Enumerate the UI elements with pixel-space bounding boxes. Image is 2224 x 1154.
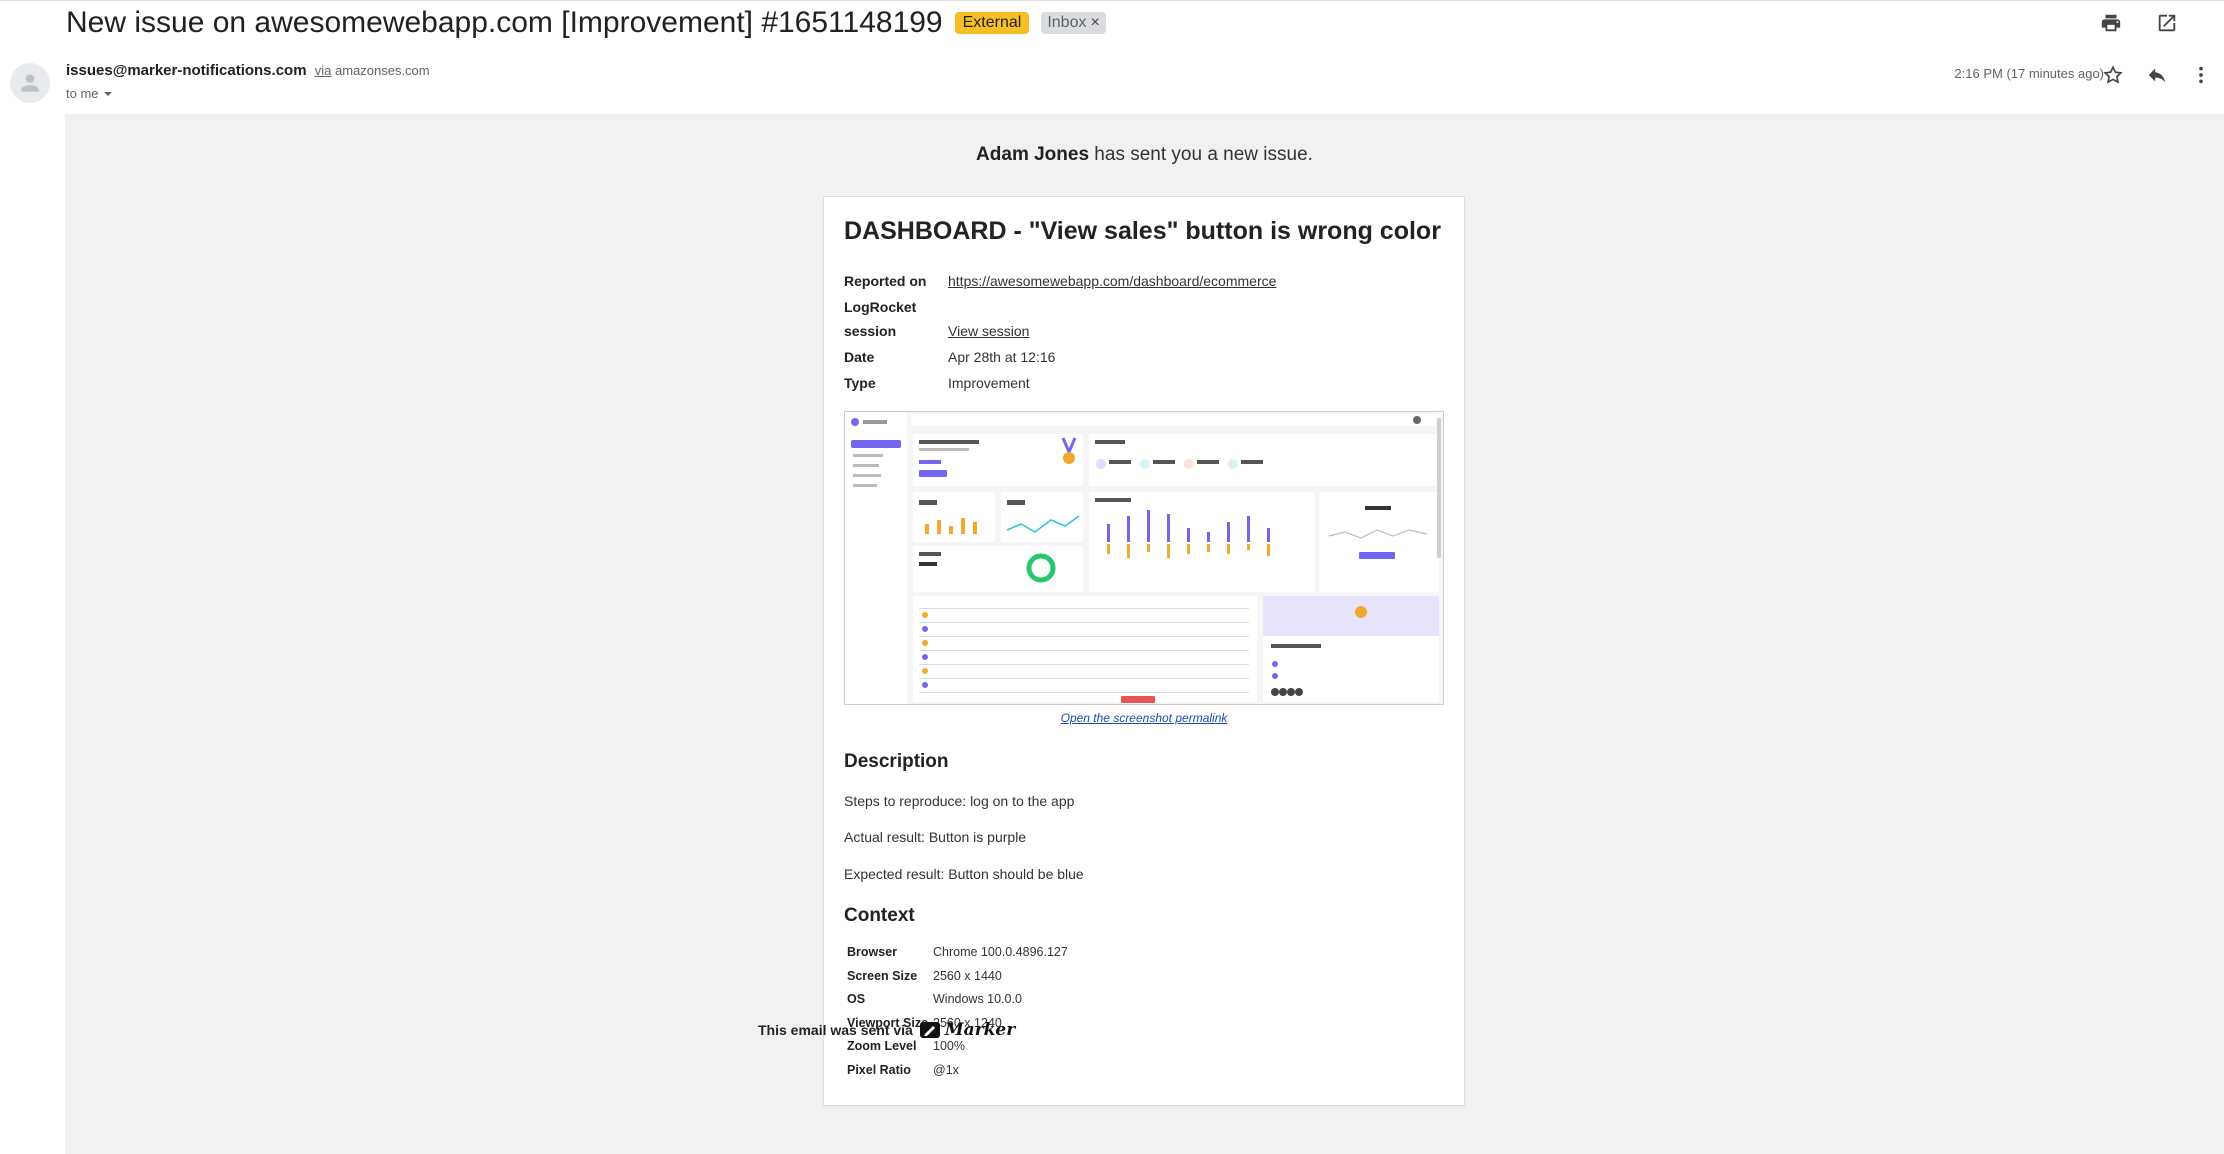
context-key: Zoom Level bbox=[847, 1039, 917, 1053]
footer-text: This email was sent via bbox=[758, 1022, 913, 1038]
reply-icon[interactable] bbox=[2142, 60, 2172, 90]
sender-address[interactable]: issues@marker-notifications.com bbox=[66, 62, 307, 79]
via-link[interactable]: via bbox=[315, 63, 332, 78]
remove-label-icon[interactable]: × bbox=[1090, 14, 1099, 32]
marker-logo[interactable]: Marker bbox=[919, 1020, 1015, 1040]
issue-title: DASHBOARD - "View sales" button is wrong… bbox=[844, 217, 1441, 245]
description-line: Expected result: Button should be blue bbox=[844, 866, 1084, 882]
screenshot-permalink[interactable]: Open the screenshot permalink bbox=[1061, 711, 1228, 725]
via-domain: amazonses.com bbox=[334, 63, 430, 78]
avatar-icon[interactable] bbox=[10, 63, 50, 103]
screenshot-dashboard-thumbnail bbox=[845, 412, 1443, 704]
intro-line: Adam Jones has sent you a new issue. bbox=[65, 144, 2224, 166]
message-timestamp: 2:16 PM (17 minutes ago) bbox=[1954, 66, 2104, 81]
thread-actions bbox=[2096, 8, 2182, 38]
context-key: Screen Size bbox=[847, 969, 918, 983]
top-divider bbox=[0, 0, 2224, 1]
message-actions bbox=[2098, 60, 2216, 90]
meta-label: session bbox=[844, 323, 897, 339]
more-vertical-icon[interactable] bbox=[2186, 60, 2216, 90]
meta-label: LogRocket bbox=[844, 299, 917, 315]
context-key: OS bbox=[847, 992, 866, 1006]
email-subject: New issue on awesomewebapp.com [Improvem… bbox=[66, 6, 943, 39]
star-icon[interactable] bbox=[2098, 60, 2128, 90]
context-heading: Context bbox=[844, 905, 915, 926]
label-inbox-text: Inbox bbox=[1047, 14, 1087, 31]
description-line: Actual result: Button is purple bbox=[844, 829, 1027, 845]
description-heading: Description bbox=[844, 751, 949, 772]
chevron-down-icon bbox=[103, 91, 112, 96]
reported-url-link[interactable]: https://awesomewebapp.com/dashboard/ecom… bbox=[948, 273, 1276, 289]
screenshot-link-row: Open the screenshot permalink bbox=[824, 711, 1464, 725]
view-session-link[interactable]: View session bbox=[948, 323, 1029, 339]
context-value: Chrome 100.0.4896.127 bbox=[933, 945, 1068, 959]
description-line: Steps to reproduce: log on to the app bbox=[844, 793, 1075, 809]
issue-screenshot[interactable] bbox=[844, 411, 1444, 705]
label-inbox[interactable]: Inbox × bbox=[1041, 12, 1106, 34]
context-key: Browser bbox=[847, 945, 898, 959]
issue-card: DASHBOARD - "View sales" button is wrong… bbox=[823, 196, 1465, 1106]
context-key: Pixel Ratio bbox=[847, 1063, 911, 1077]
meta-label: Reported on bbox=[844, 273, 927, 289]
email-body: Adam Jones has sent you a new issue. DAS… bbox=[65, 114, 2224, 1154]
intro-text: has sent you a new issue. bbox=[1089, 144, 1313, 165]
context-value: 100% bbox=[933, 1039, 965, 1053]
open-in-new-icon[interactable] bbox=[2152, 8, 2182, 38]
sender-line: issues@marker-notifications.com via amaz… bbox=[66, 62, 430, 79]
context-value: Windows 10.0.0 bbox=[933, 992, 1022, 1006]
print-icon[interactable] bbox=[2096, 8, 2126, 38]
label-external[interactable]: External bbox=[954, 12, 1030, 34]
marker-brand-text: Marker bbox=[944, 1020, 1016, 1040]
sender-via: via amazonses.com bbox=[315, 63, 430, 78]
email-footer: This email was sent via Marker bbox=[758, 1020, 1015, 1040]
marker-pen-icon bbox=[919, 1022, 940, 1038]
meta-label: Date bbox=[844, 349, 875, 365]
recipient-toggle[interactable]: to me bbox=[66, 86, 113, 101]
subject-row: New issue on awesomewebapp.com [Improvem… bbox=[66, 6, 1106, 40]
meta-value: Apr 28th at 12:16 bbox=[948, 349, 1056, 365]
context-value: @1x bbox=[933, 1063, 959, 1077]
recipient-text: to me bbox=[66, 86, 99, 101]
meta-label: Type bbox=[844, 375, 876, 391]
meta-value: Improvement bbox=[948, 375, 1030, 391]
reporter-name: Adam Jones bbox=[976, 144, 1090, 165]
context-value: 2560 x 1440 bbox=[933, 969, 1002, 983]
